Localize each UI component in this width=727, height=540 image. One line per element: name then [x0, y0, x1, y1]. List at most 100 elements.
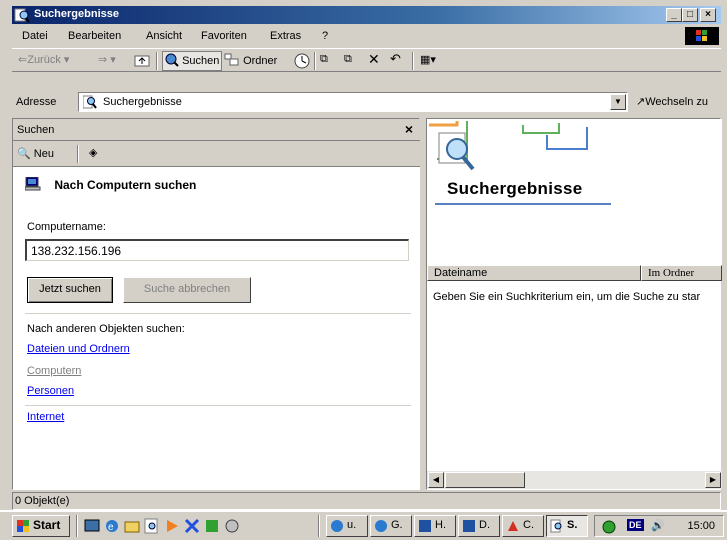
network-tray-icon[interactable]	[601, 519, 617, 535]
toolbar-separator	[156, 52, 158, 70]
move-to-button[interactable]: ⧉	[320, 53, 328, 66]
title-bar[interactable]: Suchergebnisse _ □ ×	[12, 6, 721, 24]
toolbar-separator	[412, 52, 414, 70]
quicklaunch-explorer-icon[interactable]	[124, 518, 140, 534]
start-button[interactable]: Start	[12, 515, 70, 537]
views-grid-icon: ▦	[420, 54, 431, 66]
link-people[interactable]: Personen	[27, 385, 74, 397]
menu-help[interactable]: ?	[322, 30, 328, 42]
maximize-button[interactable]: □	[682, 8, 698, 22]
search-window-icon	[550, 519, 562, 533]
folders-button[interactable]: Ordner	[224, 53, 277, 67]
volume-icon[interactable]: 🔊	[651, 519, 665, 532]
close-button[interactable]: ×	[700, 8, 716, 22]
up-folder-icon	[134, 55, 150, 67]
results-pane: Suchergebnisse Dateiname Im Ordner Geben…	[426, 118, 722, 490]
toolbar-separator	[77, 145, 79, 163]
search-heading: Nach Computern suchen	[25, 177, 196, 192]
ie-icon	[331, 520, 343, 532]
go-button[interactable]: ↗Wechseln zu	[636, 95, 708, 108]
search-results-art-icon	[429, 121, 588, 171]
delete-button[interactable]: ✕	[368, 51, 380, 68]
clock[interactable]: 15:00	[687, 520, 715, 532]
search-tips-icon[interactable]: ◈	[89, 146, 97, 159]
delete-x-icon: ✕	[368, 51, 380, 67]
history-button[interactable]	[294, 53, 310, 72]
task-button-ie[interactable]: G.	[370, 515, 412, 537]
status-bar: 0 Objekt(e)	[12, 492, 721, 510]
undo-button[interactable]: ↶	[390, 51, 401, 67]
search-results-icon	[83, 95, 97, 109]
svg-text:e: e	[108, 522, 114, 533]
language-indicator[interactable]: DE	[627, 519, 644, 531]
standard-toolbar: ⇐Zurück ▾ ⇒ ▾ Suchen Ordner ⧉ ⧉ ✕ ↶ ▦▾	[12, 48, 721, 72]
quicklaunch-ie-icon[interactable]: e	[104, 518, 120, 534]
quicklaunch-media-icon[interactable]	[164, 518, 180, 534]
task-button-app[interactable]: C.	[502, 515, 544, 537]
copy-to-button[interactable]: ⧉	[344, 53, 352, 66]
menu-bar: Datei Bearbeiten Ansicht Favoriten Extra…	[12, 26, 721, 46]
quicklaunch-app-icon[interactable]	[224, 518, 240, 534]
new-search-button[interactable]: 🔍 Neu	[17, 147, 54, 160]
quicklaunch-app-icon[interactable]	[184, 518, 200, 534]
search-now-button[interactable]: Jetzt suchen	[27, 277, 113, 303]
go-arrow-icon: ↗	[636, 96, 646, 108]
column-filename[interactable]: Dateiname	[427, 265, 641, 281]
computer-icon	[25, 177, 41, 191]
task-button-ie[interactable]: u.	[326, 515, 368, 537]
task-button-word[interactable]: D.	[458, 515, 500, 537]
search-window-icon	[14, 8, 30, 23]
ie-icon	[375, 520, 387, 532]
search-pane-header: Suchen ×	[13, 119, 421, 141]
minimize-button[interactable]: _	[666, 8, 682, 22]
app-icon	[508, 521, 518, 531]
forward-button[interactable]: ⇒ ▾	[98, 53, 116, 66]
column-folder[interactable]: Im Ordner	[641, 265, 722, 281]
search-pane: Suchen × 🔍 Neu ◈ Nach Computern suchen C…	[12, 118, 421, 490]
taskbar-separator	[76, 515, 78, 537]
results-column-header: Dateiname Im Ordner	[427, 265, 722, 281]
title-underline	[435, 203, 611, 205]
taskbar-separator	[318, 515, 320, 537]
computer-name-input[interactable]	[25, 239, 409, 261]
scroll-left-button[interactable]: ◀	[428, 472, 444, 488]
horizontal-scrollbar[interactable]: ◀ ▶	[427, 471, 722, 489]
results-empty-message: Geben Sie ein Suchkriterium ein, um die …	[433, 291, 701, 303]
views-button[interactable]: ▦▾	[420, 53, 436, 66]
status-text: 0 Objekt(e)	[15, 495, 70, 507]
new-search-icon: 🔍	[17, 148, 31, 160]
divider	[25, 405, 411, 406]
stop-search-button[interactable]: Suche abbrechen	[123, 277, 251, 303]
task-button-search[interactable]: S.	[546, 515, 588, 537]
link-computers[interactable]: Computern	[27, 365, 81, 377]
menu-datei[interactable]: Datei	[22, 30, 48, 42]
search-pane-toolbar: 🔍 Neu ◈	[13, 141, 421, 167]
address-label: Adresse	[16, 96, 57, 108]
taskbar: Start e u. G. H. D. C. S. DE 🔊 15:00	[0, 511, 727, 540]
undo-icon: ↶	[390, 51, 401, 66]
close-search-pane-icon[interactable]: ×	[405, 121, 413, 137]
quicklaunch-app-icon[interactable]	[204, 518, 220, 534]
task-button-word[interactable]: H.	[414, 515, 456, 537]
search-toolbar-button[interactable]: Suchen	[162, 51, 223, 71]
up-folder-button[interactable]	[134, 53, 150, 70]
link-files-folders[interactable]: Dateien und Ordnern	[27, 343, 130, 355]
history-icon	[294, 53, 310, 69]
link-internet[interactable]: Internet	[27, 411, 64, 423]
word-icon	[463, 520, 475, 532]
scroll-right-button[interactable]: ▶	[705, 472, 721, 488]
explorer-window: Suchergebnisse _ □ × Datei Bearbeiten An…	[0, 0, 727, 510]
results-title: Suchergebnisse	[447, 179, 583, 198]
menu-extras[interactable]: Extras	[270, 30, 301, 42]
quicklaunch-desktop-icon[interactable]	[84, 518, 100, 534]
menu-bearbeiten[interactable]: Bearbeiten	[68, 30, 121, 42]
back-arrow-icon: ⇐	[18, 54, 28, 66]
back-button[interactable]: ⇐Zurück ▾	[18, 53, 69, 66]
menu-favoriten[interactable]: Favoriten	[201, 30, 247, 42]
menu-ansicht[interactable]: Ansicht	[146, 30, 182, 42]
address-dropdown-button[interactable]: ▼	[610, 94, 626, 110]
quicklaunch-search-icon[interactable]	[144, 518, 160, 534]
scroll-thumb[interactable]	[445, 472, 525, 488]
move-to-icon: ⧉	[320, 53, 328, 65]
address-combobox[interactable]: Suchergebnisse ▼	[78, 92, 628, 112]
